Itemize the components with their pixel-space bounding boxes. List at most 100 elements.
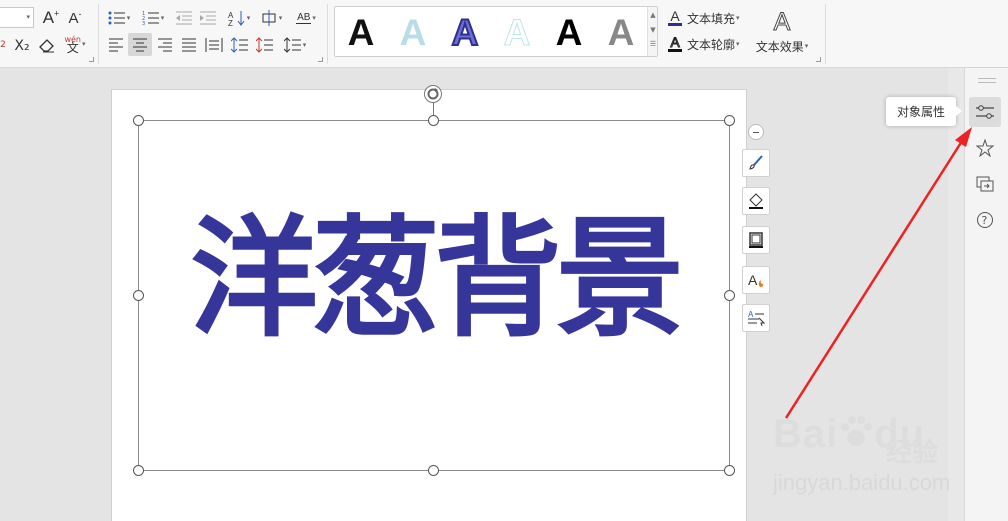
paint-bucket-icon	[749, 193, 763, 209]
decrease-font-size-button[interactable]: A-	[64, 7, 86, 29]
group-divider	[825, 4, 826, 64]
align-right-button[interactable]	[155, 34, 175, 56]
bullets-button[interactable]: ▾	[106, 7, 132, 29]
gallery-scrollbar[interactable]: ▲ ▼ ☰	[647, 7, 657, 56]
chevron-down-icon: ▾	[160, 14, 165, 22]
text-fill-icon: A	[668, 9, 682, 26]
style-black-fill[interactable]: A	[341, 14, 381, 52]
wordart-text[interactable]: 洋葱背景	[139, 193, 729, 366]
scroll-down-icon[interactable]: ▼	[649, 26, 657, 34]
shape-fill-button[interactable]	[742, 187, 770, 215]
style-light-blue[interactable]: A	[393, 14, 433, 52]
resize-handle-top-right[interactable]	[724, 115, 735, 126]
font-dialog-launcher[interactable]	[89, 57, 94, 62]
ribbon-toolbar: ▾ A+ A- 2 X₂ wén 文 ▾ ▾ 123 ▾ AZ ▾ ▾ AB ▾…	[0, 0, 1008, 68]
spacing-icon	[262, 10, 276, 26]
paragraph-spacing-icon	[256, 37, 273, 53]
decrease-indent-button[interactable]	[173, 7, 195, 29]
svg-text:A: A	[748, 272, 758, 288]
paragraph-spacing-button[interactable]: ▾	[256, 7, 286, 29]
paw-icon	[841, 416, 873, 446]
text-outline-button[interactable]: A 文本轮廓 ▾	[668, 35, 740, 53]
svg-text:3: 3	[142, 21, 145, 25]
character-spacing-button[interactable]: AB ▾	[291, 7, 321, 29]
slide-switch-button[interactable]	[969, 169, 1001, 199]
question-icon: ?	[977, 212, 993, 228]
pinyin-icon: wén 文	[64, 35, 82, 55]
chevron-down-icon: ▾	[126, 14, 131, 22]
distribute-button[interactable]	[203, 34, 225, 56]
help-button[interactable]: ?	[969, 205, 1001, 235]
resize-handle-bottom[interactable]	[428, 465, 439, 476]
subscript-button[interactable]: X₂	[11, 35, 33, 57]
distributed-icon	[205, 38, 223, 52]
eraser-icon	[39, 39, 54, 53]
increase-indent-button[interactable]	[197, 7, 219, 29]
align-center-icon	[133, 38, 147, 51]
line-spacing-icon	[231, 37, 248, 53]
resize-handle-right[interactable]	[724, 290, 735, 301]
text-layout-icon: A	[748, 310, 765, 327]
text-flame-icon: A	[748, 272, 764, 288]
line-spacing-options-button[interactable]: ▾	[280, 34, 310, 56]
text-outline-icon: A	[668, 35, 682, 52]
resize-handle-left[interactable]	[133, 290, 144, 301]
resize-handle-bottom-left[interactable]	[133, 465, 144, 476]
text-dialog-launcher[interactable]	[816, 57, 821, 62]
chevron-down-icon: ▾	[246, 14, 251, 22]
increase-font-size-button[interactable]: A+	[40, 7, 62, 29]
justify-button[interactable]	[179, 34, 199, 56]
shape-style-button[interactable]	[742, 149, 770, 177]
object-properties-button[interactable]	[969, 97, 1001, 127]
sort-button[interactable]: AZ ▾	[225, 7, 253, 29]
justify-icon	[182, 38, 196, 52]
svg-text:?: ?	[982, 214, 988, 227]
chevron-down-icon: ▾	[312, 14, 316, 22]
resize-handle-top[interactable]	[428, 115, 439, 126]
style-gray-gradient[interactable]: A	[601, 14, 641, 52]
rotate-icon	[427, 88, 439, 100]
expand-gallery-icon[interactable]: ☰	[649, 40, 657, 48]
svg-text:Z: Z	[228, 19, 233, 26]
chevron-down-icon: ▾	[302, 41, 307, 49]
svg-text:A: A	[748, 310, 754, 319]
resize-handle-top-left[interactable]	[133, 115, 144, 126]
align-left-icon	[109, 38, 123, 52]
resize-handle-bottom-right[interactable]	[724, 465, 735, 476]
style-plain-black[interactable]: A	[549, 14, 589, 52]
paragraph-dialog-launcher[interactable]	[318, 57, 323, 62]
font-size-input[interactable]: ▾	[0, 7, 34, 28]
text-effect-icon: A	[773, 7, 791, 36]
line-spacing-button[interactable]	[229, 34, 251, 56]
numbering-button[interactable]: 123 ▾	[140, 7, 166, 29]
spacing-options-icon	[283, 37, 301, 53]
text-fill-button[interactable]: A 文本填充 ▾	[668, 9, 740, 27]
chevron-down-icon: ▾	[736, 40, 740, 48]
chevron-down-icon: ▾	[736, 14, 740, 22]
object-properties-tooltip: 对象属性	[886, 97, 962, 126]
shape-outline-button[interactable]	[742, 226, 770, 254]
align-left-button[interactable]	[106, 34, 126, 56]
scroll-up-icon[interactable]: ▲	[649, 11, 657, 19]
pane-grip	[978, 78, 996, 79]
rotate-handle[interactable]	[424, 85, 442, 103]
paragraph-spacing-before-button[interactable]	[254, 34, 276, 56]
bullet-list-icon	[108, 11, 125, 25]
superscript-button[interactable]: 2	[0, 34, 8, 56]
text-effects-button[interactable]: A	[742, 266, 770, 294]
group-divider	[98, 4, 99, 64]
style-blue-outline[interactable]: A	[445, 13, 485, 53]
wordart-style-gallery[interactable]: A A A A A A ▲ ▼ ☰	[334, 6, 658, 57]
text-effect-button[interactable]: A 文本效果 ▾	[752, 6, 812, 56]
sort-az-icon: AZ	[228, 11, 245, 26]
align-right-icon	[158, 38, 172, 52]
chevron-down-icon: ▾	[278, 14, 283, 22]
animation-button[interactable]	[969, 133, 1001, 163]
collapse-toolbar-button[interactable]	[748, 124, 764, 140]
sliders-icon	[976, 105, 994, 119]
align-center-button[interactable]	[128, 33, 152, 56]
clear-format-button[interactable]	[36, 34, 58, 56]
phonetic-guide-button[interactable]: wén 文 ▾	[60, 33, 90, 55]
text-wrap-button[interactable]: A	[742, 304, 770, 332]
style-white-outline[interactable]: A	[497, 13, 537, 52]
